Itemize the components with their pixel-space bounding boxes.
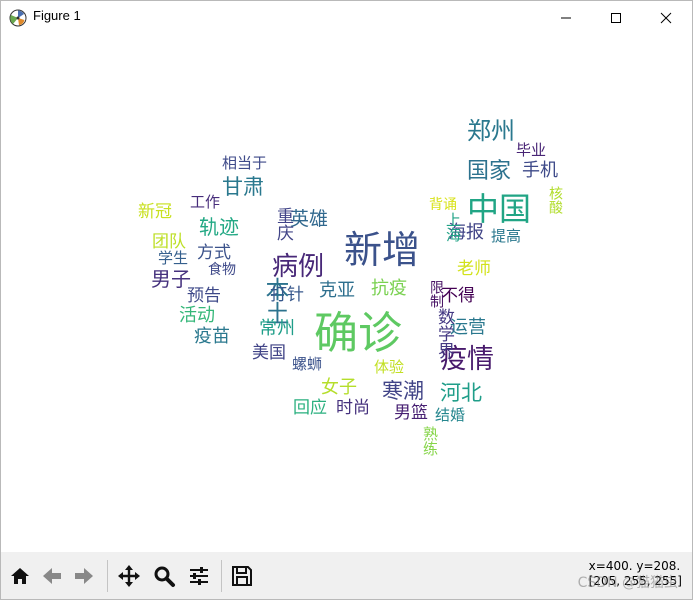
word-cloud-word: 寒潮 [382, 379, 424, 403]
figure-canvas[interactable]: 新增 确诊 中国 疫情 病例 本土 郑州 国家 寒潮 河北 甘肃 轨迹 手机 海报 英雄 男子 抗疫 数学界 老师运… [1, 35, 692, 551]
arrow-right-icon [75, 568, 93, 584]
word-cloud-word: 新增 [344, 228, 421, 272]
close-icon [660, 12, 672, 23]
move-icon [118, 565, 140, 587]
word-cloud-word: 上海 [444, 212, 462, 242]
toolbar-separator [107, 560, 108, 592]
word-cloud-word: 男篮 [394, 403, 428, 423]
magnifier-icon [154, 566, 175, 587]
word-cloud-word: 时尚 [336, 398, 370, 418]
home-button[interactable] [5, 561, 35, 591]
zoom-button[interactable] [149, 561, 179, 591]
word-cloud-word: 不得 [441, 286, 475, 306]
title-bar[interactable]: Figure 1 [1, 1, 692, 34]
word-cloud-word: 轨迹 [199, 215, 239, 239]
word-cloud-word: 打针 [270, 285, 304, 305]
word-cloud-word: 回应 [293, 398, 327, 418]
floppy-disk-icon [232, 566, 252, 586]
word-cloud-word: 重庆 [273, 207, 293, 241]
word-cloud-word: 确诊 [314, 308, 402, 359]
toolbar-separator [221, 560, 222, 592]
word-cloud-word: 方式 [197, 243, 231, 263]
word-cloud-word: 运营 [450, 317, 486, 338]
sliders-icon [190, 567, 208, 585]
configure-subplots-button[interactable] [184, 561, 214, 591]
word-cloud-word: 限制 [428, 280, 444, 308]
word-cloud-word: 抗疫 [371, 278, 407, 299]
watermark: CSDN @猫猫虫 [577, 575, 678, 591]
word-cloud-word: 结婚 [435, 406, 466, 424]
word-cloud-word: 手机 [522, 160, 558, 181]
word-cloud-word: 河北 [440, 381, 482, 405]
home-icon [11, 568, 29, 584]
close-button[interactable] [643, 1, 689, 34]
word-cloud-word: 提高 [491, 227, 522, 245]
word-cloud-word: 熟练 [421, 426, 439, 456]
arrow-left-icon [43, 568, 61, 584]
word-cloud-word: 毕业 [516, 141, 547, 159]
word-cloud-word: 螺蛳 [292, 355, 323, 373]
maximize-button[interactable] [593, 1, 639, 34]
word-cloud-word: 学生 [158, 249, 189, 267]
save-button[interactable] [227, 561, 257, 591]
word-cloud-word: 新冠 [138, 202, 172, 222]
word-cloud-word: 活动 [179, 305, 215, 326]
word-cloud-word: 核酸 [547, 186, 563, 214]
word-cloud-word: 美国 [252, 343, 286, 363]
word-cloud-word: 老师 [457, 259, 491, 279]
window-title: Figure 1 [33, 8, 81, 23]
back-button[interactable] [37, 561, 67, 591]
word-cloud-word: 克亚 [319, 280, 355, 301]
matplotlib-icon [9, 9, 27, 27]
forward-button[interactable] [69, 561, 99, 591]
word-cloud-word: 常州 [259, 318, 295, 339]
word-cloud-word: 背诵 [429, 197, 457, 213]
figure-window: Figure 1 新增 确诊 中国 疫情 病例 本土 郑州 国家 寒潮 河北 甘肃 轨迹 手机 海报 英雄男… [0, 0, 693, 600]
word-cloud-word: 工作 [190, 193, 221, 211]
word-cloud-word: 疫苗 [194, 326, 230, 347]
word-cloud-word: 预告 [187, 286, 221, 306]
word-cloud-word: 女子 [321, 377, 357, 398]
word-cloud-word: 中国 [467, 190, 532, 228]
word-cloud-word: 男子 [151, 267, 191, 291]
word-cloud-word: 甘肃 [222, 175, 264, 199]
word-cloud-word: 食物 [208, 262, 236, 278]
maximize-icon [611, 12, 621, 23]
word-cloud-word: 相当于 [222, 154, 268, 172]
word-cloud-word: 国家 [467, 159, 512, 184]
pan-button[interactable] [114, 561, 144, 591]
minimize-button[interactable] [543, 1, 589, 34]
minimize-icon [561, 17, 571, 18]
word-cloud-word: 郑州 [467, 117, 515, 145]
word-cloud-word: 英雄 [290, 208, 329, 230]
word-cloud-word: 体验 [374, 358, 405, 376]
